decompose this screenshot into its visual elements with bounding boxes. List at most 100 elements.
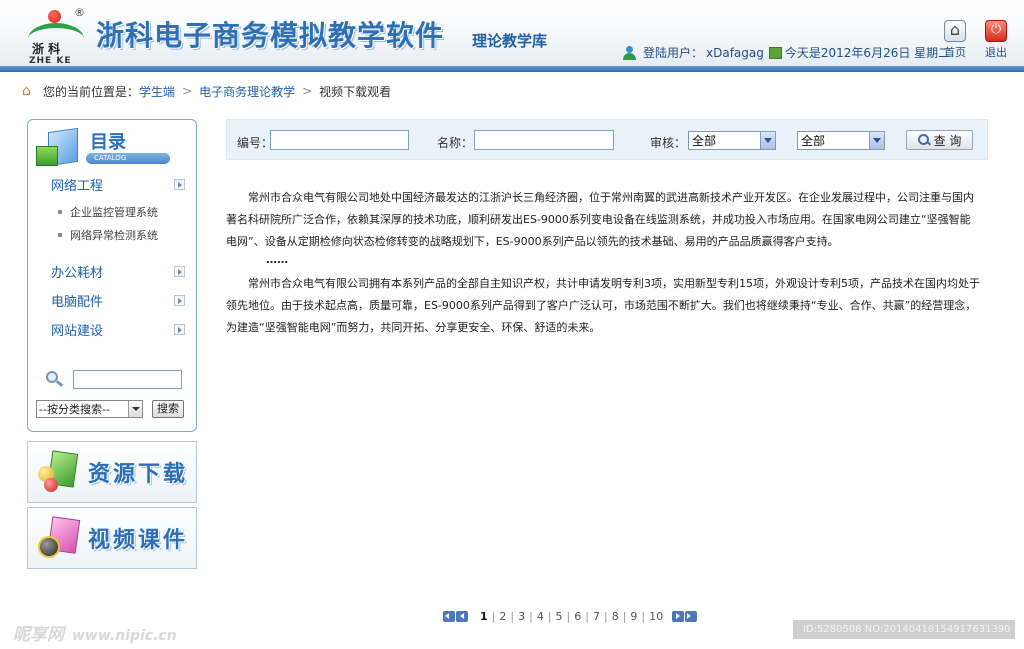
username: xDafagag (706, 45, 764, 60)
name-input[interactable] (474, 130, 614, 150)
last-page-icon[interactable] (685, 610, 698, 622)
logo-chinese-text: 浙 科 (32, 42, 61, 56)
download-icon-ball (44, 478, 58, 492)
home-label[interactable]: 首页 (940, 44, 970, 60)
home-icon[interactable] (944, 20, 966, 42)
user-icon (622, 45, 640, 60)
folder-front (36, 146, 58, 166)
article-ellipsis: …… (266, 253, 288, 266)
watermark-url: www.nipic.cn (72, 628, 177, 644)
article-content: 常州市合众电气有限公司地处中国经济最发达的江浙沪长三角经济圈，位于常州南翼的武进… (226, 187, 980, 339)
filter-bar: 编号： 名称： 审核： 全部 全部 查 询 (226, 119, 988, 160)
page-separator: | (641, 609, 646, 623)
sidebar-subitem-label[interactable]: 企业监控管理系统 (70, 204, 158, 220)
sidebar-item-label[interactable]: 电脑配件 (51, 291, 103, 310)
logo-swoosh (28, 23, 84, 39)
page-separator: | (603, 609, 608, 623)
resource-download-label[interactable]: 资源下载 (88, 456, 188, 488)
sidebar-item-label[interactable]: 网络工程 (51, 175, 103, 194)
sidebar-subitem[interactable]: 网络异常检测系统 (58, 227, 158, 243)
previous-page-icon[interactable] (456, 610, 468, 622)
chevron-down-icon[interactable] (760, 132, 775, 149)
breadcrumb-item[interactable]: 电子商务理论教学 (199, 83, 295, 100)
bullet-icon (58, 210, 62, 214)
category-select-value[interactable]: --按分类搜索-- (39, 401, 110, 417)
page-separator: | (529, 609, 533, 623)
review-status-value[interactable]: 全部 (692, 132, 716, 149)
sidebar-search-input[interactable] (73, 370, 182, 389)
next-page-icon[interactable] (672, 610, 685, 622)
review-status-select[interactable]: 全部 (688, 131, 776, 150)
page-separator: | (585, 609, 589, 623)
breadcrumb-current: 视频下载观看 (319, 84, 392, 99)
header-divider (0, 66, 1024, 72)
sidebar-subitem[interactable]: 企业监控管理系统 (58, 204, 158, 220)
sidebar-item-website-building[interactable]: 网站建设 (51, 319, 185, 339)
video-courseware-banner[interactable]: 视频课件 (27, 507, 197, 569)
bullet-icon (58, 233, 62, 237)
category-filter-select[interactable]: 全部 (797, 131, 885, 150)
chevron-right-icon[interactable] (174, 294, 185, 306)
catalog-header: 目录 CATALOG (32, 126, 194, 176)
category-filter-value[interactable]: 全部 (801, 132, 825, 149)
home-icon: ⌂ (22, 83, 31, 99)
page-link[interactable]: 6 (573, 610, 582, 623)
video-icon (36, 516, 81, 560)
page-link[interactable]: 1 (479, 610, 489, 623)
sidebar-item-computer-parts[interactable]: 电脑配件 (51, 290, 185, 310)
watermark-left: 昵享网 www.nipic.cn (13, 620, 177, 645)
video-icon-reel (38, 536, 60, 558)
breadcrumb: ⌂ 您的当前位置是： 学生端 > 电子商务理论教学 > 视频下载观看 (22, 82, 391, 100)
logo-dot (48, 10, 61, 23)
page-link[interactable]: 10 (648, 610, 664, 623)
page-separator: | (547, 609, 552, 623)
chevron-right-icon[interactable] (174, 323, 185, 335)
exit-icon[interactable] (985, 20, 1007, 42)
breadcrumb-item[interactable]: 学生端 (139, 83, 175, 100)
calendar-icon (768, 46, 782, 59)
search-icon (40, 370, 66, 390)
review-label: 审核： (650, 136, 687, 150)
page-separator: | (622, 609, 627, 623)
article-paragraph: 常州市合众电气有限公司地处中国经济最发达的江浙沪长三角经济圈，位于常州南翼的武进… (226, 191, 974, 248)
magnifier-handle (55, 380, 64, 387)
sidebar-subitem-label[interactable]: 网络异常检测系统 (70, 227, 158, 243)
page-link[interactable]: 5 (555, 610, 564, 623)
number-input[interactable] (270, 130, 409, 150)
sidebar-item-office-supplies[interactable]: 办公耗材 (51, 261, 185, 281)
resource-download-banner[interactable]: 资源下载 (27, 441, 197, 503)
app-title: 浙科电子商务模拟教学软件 (96, 19, 445, 52)
page-link[interactable]: 8 (611, 610, 620, 623)
chevron-right-icon[interactable] (174, 178, 185, 190)
app-subtitle: 理论教学库 (472, 32, 548, 50)
chevron-down-icon[interactable] (128, 401, 142, 417)
page-link[interactable]: 7 (592, 610, 601, 623)
query-label[interactable]: 查 询 (934, 132, 962, 149)
page-link[interactable]: 4 (536, 610, 545, 623)
chevron-right-icon[interactable] (174, 265, 185, 277)
registered-mark: ® (74, 6, 85, 19)
company-logo: ® 浙 科 ZHE KE (26, 6, 88, 66)
sidebar-item-label[interactable]: 网站建设 (51, 320, 103, 339)
page-link[interactable]: 2 (498, 610, 507, 623)
page-separator: | (491, 609, 496, 623)
sidebar-item-network-engineering[interactable]: 网络工程 (51, 174, 185, 194)
category-select[interactable]: --按分类搜索-- (36, 400, 143, 418)
pagination: 1 | 2 | 3 | 4 | 5 | 6 | 7 | 8 | 9 | 10 (443, 608, 698, 624)
exit-label[interactable]: 退出 (981, 44, 1011, 60)
home-button[interactable]: 首页 (940, 20, 970, 60)
query-button[interactable]: 查 询 (906, 130, 973, 150)
date-text: 今天是2012年6月26日 星期二 (784, 46, 951, 60)
sidebar-search-button[interactable]: 搜索 (152, 400, 184, 418)
user-label: 登陆用户： (643, 46, 704, 60)
page-separator: | (566, 609, 571, 623)
page-link[interactable]: 9 (629, 610, 638, 623)
catalog-title: 目录 (90, 132, 126, 153)
first-page-icon[interactable] (443, 610, 455, 622)
sidebar-item-label[interactable]: 办公耗材 (51, 262, 103, 281)
page-separator: | (510, 609, 515, 623)
video-courseware-label[interactable]: 视频课件 (88, 522, 188, 554)
chevron-down-icon[interactable] (869, 132, 884, 149)
page-link[interactable]: 3 (517, 610, 526, 623)
exit-button[interactable]: 退出 (981, 20, 1011, 60)
